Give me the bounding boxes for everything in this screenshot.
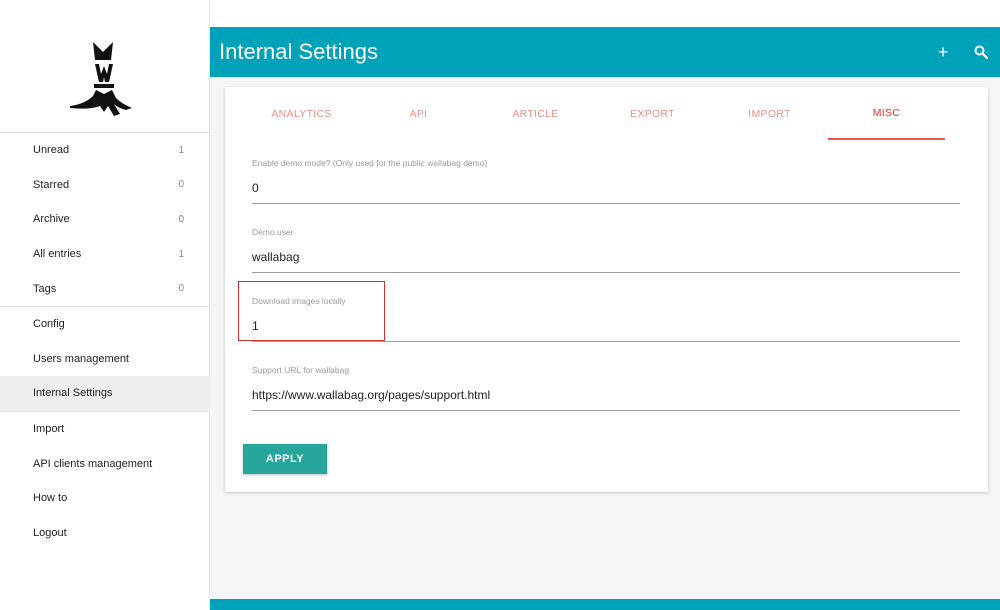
sidebar-item-label: Tags [33,282,57,295]
sidebar-item-label: Internal Settings [33,387,113,400]
download-images-label: Download images locally [252,296,346,306]
sidebar-item-label: Unread [33,144,70,157]
top-bar: Internal Settings + [210,27,1000,77]
archive-count: 0 [178,213,184,225]
sidebar-item-api-clients[interactable]: API clients management [0,446,210,481]
starred-count: 0 [178,179,184,191]
footer-bar [210,599,1000,610]
apply-button[interactable]: APPLY [243,444,327,474]
download-images-field[interactable]: Download images locally 1 [252,296,960,342]
sidebar-item-starred[interactable]: Starred 0 [0,168,210,203]
tab-article[interactable]: ARTICLE [477,87,594,141]
sidebar: Unread 1 Starred 0 Archive 0 All entries… [0,0,210,610]
sidebar-item-label: API clients management [33,457,153,470]
sidebar-item-label: Import [33,423,65,436]
search-icon-glyph [974,45,988,59]
sidebar-item-how-to[interactable]: How to [0,481,210,516]
support-url-label: Support URL for wallabag [252,365,350,375]
demo-mode-label: Enable demo mode? (Only used for the pub… [252,158,488,168]
sidebar-item-users-management[interactable]: Users management [0,342,210,377]
settings-tabs: ANALYTICS API ARTICLE EXPORT IMPORT MISC [225,87,988,141]
tab-analytics[interactable]: ANALYTICS [243,87,360,141]
all-entries-count: 1 [178,248,184,260]
demo-user-label: Demo user [252,227,294,237]
main-content: ANALYTICS API ARTICLE EXPORT IMPORT MISC… [210,77,1000,599]
sidebar-item-import[interactable]: Import [0,412,210,447]
sidebar-item-archive[interactable]: Archive 0 [0,202,210,237]
header-actions: + [924,27,1000,77]
support-url-input[interactable]: https://www.wallabag.org/pages/support.h… [252,388,960,410]
sidebar-item-label: Logout [33,526,67,539]
add-icon[interactable]: + [924,27,962,77]
tab-export[interactable]: EXPORT [594,87,711,141]
sidebar-item-config[interactable]: Config [0,307,210,342]
tab-import[interactable]: IMPORT [711,87,828,141]
page-title: Internal Settings [219,39,378,64]
sidebar-item-label: Users management [33,352,129,365]
sidebar-item-label: All entries [33,248,82,261]
sidebar-item-internal-settings[interactable]: Internal Settings [0,376,210,411]
tab-api[interactable]: API [360,87,477,141]
demo-user-field[interactable]: Demo user wallabag [252,227,960,273]
sidebar-item-logout[interactable]: Logout [0,516,210,551]
support-url-field[interactable]: Support URL for wallabag https://www.wal… [252,365,960,411]
sidebar-item-label: Archive [33,213,70,226]
sidebar-item-label: Config [33,318,65,331]
sidebar-item-tags[interactable]: Tags 0 [0,271,210,306]
demo-mode-field[interactable]: Enable demo mode? (Only used for the pub… [252,158,960,204]
settings-card: ANALYTICS API ARTICLE EXPORT IMPORT MISC… [225,87,988,492]
search-icon[interactable] [962,27,1000,77]
sidebar-item-label: How to [33,492,68,505]
download-images-input[interactable]: 1 [252,319,960,341]
sidebar-nav: Unread 1 Starred 0 Archive 0 All entries… [0,132,210,550]
demo-user-input[interactable]: wallabag [252,250,960,272]
tab-misc[interactable]: MISC [828,87,945,140]
sidebar-item-all-entries[interactable]: All entries 1 [0,237,210,272]
sidebar-item-label: Starred [33,178,70,191]
wallabag-logo[interactable] [60,38,150,122]
demo-mode-input[interactable]: 0 [252,181,960,203]
sidebar-item-unread[interactable]: Unread 1 [0,133,210,168]
tags-count: 0 [178,283,184,295]
unread-count: 1 [178,144,184,156]
